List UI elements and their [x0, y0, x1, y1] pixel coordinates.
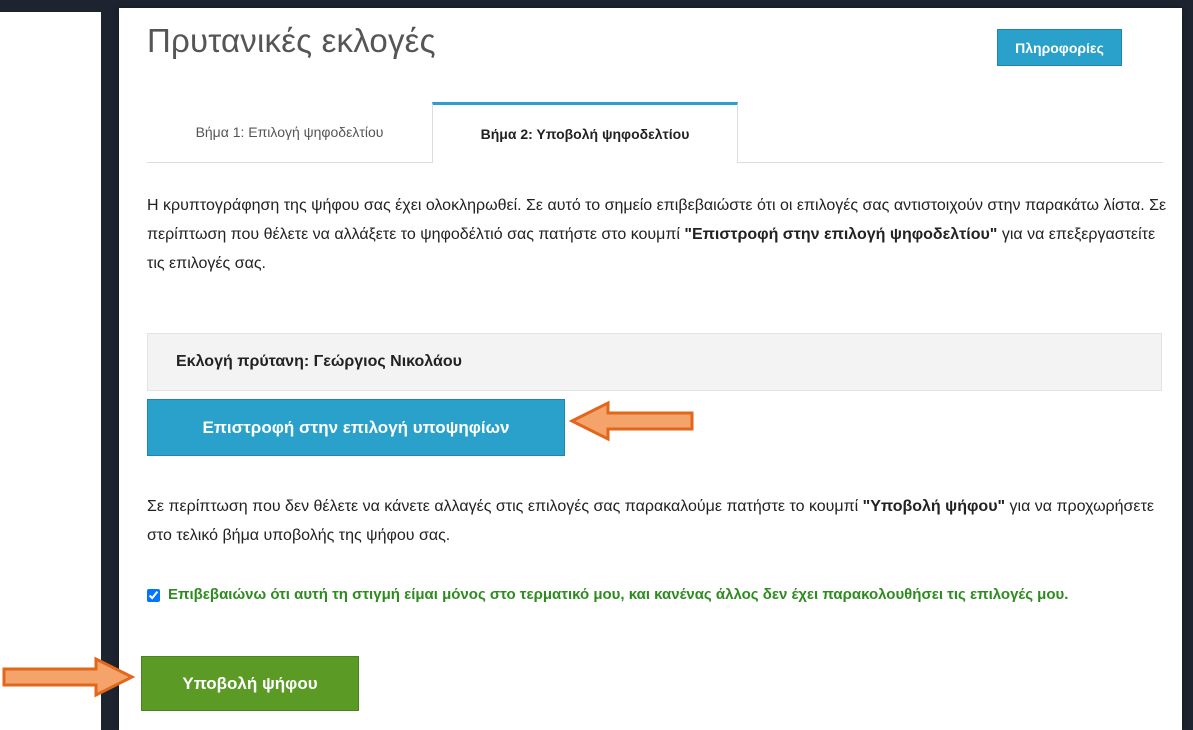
- arrow-left-pointing-icon: [568, 400, 694, 442]
- confirmation-row: Επιβεβαιώνω ότι αυτή τη στιγμή είμαι μόν…: [147, 586, 1167, 603]
- tab-step-1[interactable]: Βήμα 1: Επιλογή ψηφοδελτίου: [147, 102, 432, 162]
- main-panel: Πρυτανικές εκλογές Πληροφορίες Βήμα 1: Ε…: [119, 8, 1182, 730]
- back-to-selection-button[interactable]: Επιστροφή στην επιλογή υποψηφίων: [147, 399, 565, 456]
- left-frame-border: [101, 0, 119, 730]
- selection-summary: Εκλογή πρύτανη: Γεώργιος Νικολάου: [147, 333, 1162, 391]
- info-button[interactable]: Πληροφορίες: [997, 29, 1122, 66]
- submit-info-bold-text: "Υποβολή ψήφου": [862, 498, 1006, 515]
- arrow-right-pointing-icon: [2, 656, 136, 698]
- confirmation-label[interactable]: Επιβεβαιώνω ότι αυτή τη στιγμή είμαι μόν…: [168, 586, 1068, 603]
- intro-paragraph: Η κρυπτογράφηση της ψήφου σας έχει ολοκλ…: [147, 191, 1177, 278]
- arrow-right-shape: [2, 656, 136, 698]
- submit-info-paragraph: Σε περίπτωση που δεν θέλετε να κάνετε αλ…: [147, 492, 1167, 550]
- intro-bold-text: "Επιστροφή στην επιλογή ψηφοδελτίου": [684, 226, 998, 243]
- arrow-left-shape: [568, 400, 694, 442]
- step-tabs: Βήμα 1: Επιλογή ψηφοδελτίου Βήμα 2: Υποβ…: [147, 102, 1163, 163]
- page-title: Πρυτανικές εκλογές: [147, 22, 436, 59]
- submit-info-text-start: Σε περίπτωση που δεν θέλετε να κάνετε αλ…: [147, 498, 863, 515]
- confirmation-checkbox[interactable]: [147, 589, 160, 602]
- submit-vote-button[interactable]: Υποβολή ψήφου: [141, 656, 359, 711]
- right-frame-border: [1182, 0, 1193, 730]
- tab-step-2[interactable]: Βήμα 2: Υποβολή ψηφοδελτίου: [432, 102, 738, 163]
